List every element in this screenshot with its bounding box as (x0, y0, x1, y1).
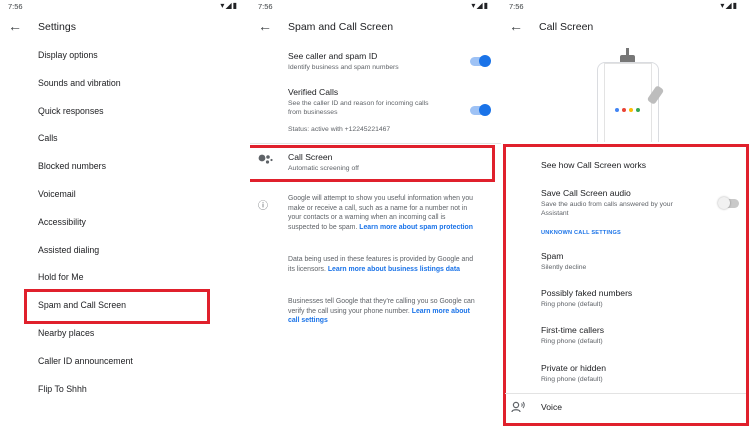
status-time: 7:56 (8, 2, 23, 11)
page-title: Call Screen (539, 21, 594, 33)
option-first-time-callers[interactable]: First-time callers Ring phone (default) (541, 325, 740, 346)
see-how-call-screen-works[interactable]: See how Call Screen works (541, 160, 740, 170)
status-icons: ▾◢▮ (471, 1, 489, 10)
settings-item-caller-id-announcement[interactable]: Caller ID announcement (0, 348, 250, 376)
page-title: Settings (38, 21, 76, 33)
save-audio-setting[interactable]: Save Call Screen audio Save the audio fr… (541, 188, 700, 218)
spam-protection-link[interactable]: Learn more about spam protection (359, 224, 473, 231)
page-title: Spam and Call Screen (288, 21, 394, 33)
verified-calls-toggle[interactable] (470, 104, 491, 116)
settings-item-display-options[interactable]: Display options (0, 42, 250, 70)
option-spam-value: Silently decline (541, 264, 587, 271)
back-arrow-icon[interactable]: ← (509, 18, 523, 34)
call-screen-setting[interactable]: Call Screen Automatic screening off (288, 152, 501, 173)
caller-id-toggle[interactable] (470, 55, 491, 67)
assistant-icon (258, 152, 274, 170)
call-screen-screen: 7:56 ▾◢▮ ← Call Screen See how Call Scre… (501, 0, 750, 430)
status-text: Status: active with +12245221467 (288, 126, 391, 133)
option-faked-value: Ring phone (default) (541, 301, 603, 308)
call-screen-sub: Automatic screening off (288, 165, 359, 172)
back-arrow-icon[interactable]: ← (8, 18, 22, 34)
settings-item-calls[interactable]: Calls (0, 125, 250, 153)
voice-icon (511, 400, 525, 418)
settings-item-flip-to-shhh[interactable]: Flip To Shhh (0, 376, 250, 404)
settings-item-sounds-and-vibration[interactable]: Sounds and vibration (0, 70, 250, 98)
settings-item-assisted-dialing[interactable]: Assisted dialing (0, 237, 250, 265)
option-private-or-hidden[interactable]: Private or hidden Ring phone (default) (541, 363, 740, 384)
caller-id-setting[interactable]: See caller and spam ID Identify business… (288, 51, 461, 72)
settings-item-spam-and-call-screen[interactable]: Spam and Call Screen (0, 292, 250, 320)
save-audio-sub: Save the audio from calls answered by yo… (541, 201, 673, 217)
status-icons: ▾◢▮ (220, 1, 238, 10)
settings-item-hold-for-me[interactable]: Hold for Me (0, 264, 250, 292)
settings-item-accessibility[interactable]: Accessibility (0, 209, 250, 237)
divider (250, 143, 501, 144)
settings-item-quick-responses[interactable]: Quick responses (0, 98, 250, 126)
app-bar: ← Settings (0, 14, 250, 42)
data-info-paragraph: Data being used in these features is pro… (288, 255, 478, 274)
option-faked-label: Possibly faked numbers (541, 288, 633, 298)
info-icon: ⓘ (258, 201, 268, 212)
caller-id-sub: Identify business and spam numbers (288, 64, 399, 71)
settings-item-voicemail[interactable]: Voicemail (0, 181, 250, 209)
app-bar: ← Call Screen (501, 14, 750, 42)
status-bar: 7:56 ▾◢▮ (0, 0, 250, 14)
verified-calls-sub: See the caller ID and reason for incomin… (288, 100, 429, 116)
spam-info-paragraph: Google will attempt to show you useful i… (288, 194, 478, 232)
status-bar: 7:56 ▾◢▮ (501, 0, 750, 14)
caller-id-label: See caller and spam ID (288, 51, 378, 61)
option-private-value: Ring phone (default) (541, 376, 603, 383)
save-audio-label: Save Call Screen audio (541, 188, 631, 198)
option-possibly-faked-numbers[interactable]: Possibly faked numbers Ring phone (defau… (541, 288, 740, 309)
option-first-time-label: First-time callers (541, 325, 605, 335)
businesses-info-paragraph: Businesses tell Google that they're call… (288, 297, 478, 326)
save-audio-toggle[interactable] (718, 197, 739, 209)
spam-call-screen-screen: 7:56 ▾◢▮ ← Spam and Call Screen See call… (250, 0, 501, 430)
settings-item-nearby-places[interactable]: Nearby places (0, 320, 250, 348)
verified-calls-label: Verified Calls (288, 87, 339, 97)
unknown-call-settings-header: UNKNOWN CALL SETTINGS (541, 230, 621, 236)
voice-setting[interactable]: Voice (541, 402, 740, 412)
assistant-dots-icon (615, 108, 640, 112)
option-private-label: Private or hidden (541, 363, 606, 373)
back-arrow-icon[interactable]: ← (258, 18, 272, 34)
call-screen-label: Call Screen (288, 152, 333, 162)
status-bar: 7:56 ▾◢▮ (250, 0, 501, 14)
option-spam[interactable]: Spam Silently decline (541, 251, 740, 272)
divider (505, 393, 746, 394)
settings-screen: 7:56 ▾◢▮ ← Settings Display options Soun… (0, 0, 250, 430)
settings-item-blocked-numbers[interactable]: Blocked numbers (0, 153, 250, 181)
status-icons: ▾◢▮ (720, 1, 738, 10)
option-first-time-value: Ring phone (default) (541, 338, 603, 345)
verified-calls-setting[interactable]: Verified Calls See the caller ID and rea… (288, 87, 443, 117)
app-bar: ← Spam and Call Screen (250, 14, 501, 42)
option-spam-label: Spam (541, 251, 564, 261)
settings-list: Display options Sounds and vibration Qui… (0, 42, 250, 403)
status-time: 7:56 (258, 2, 273, 11)
status-time: 7:56 (509, 2, 524, 11)
business-listings-link[interactable]: Learn more about business listings data (328, 266, 460, 273)
